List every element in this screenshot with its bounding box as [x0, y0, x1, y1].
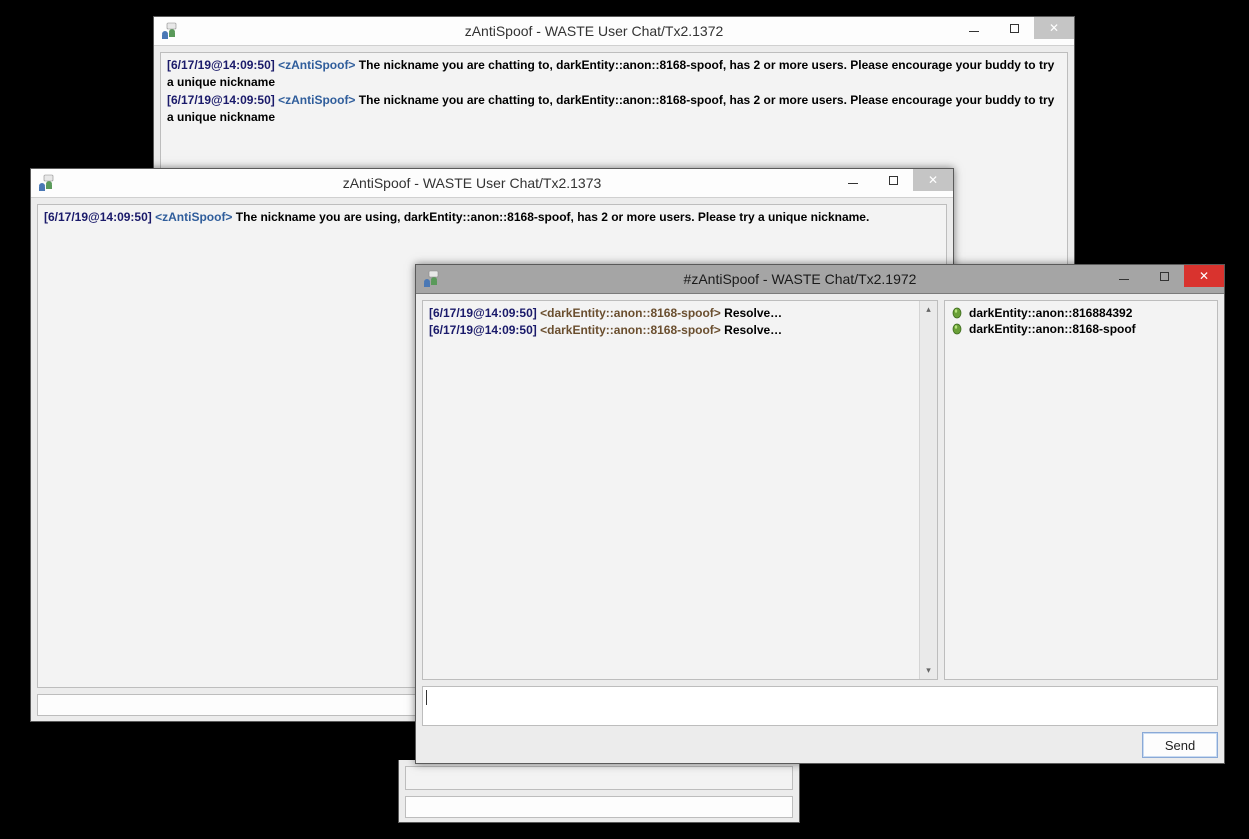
chat-input[interactable]: [405, 796, 793, 818]
timestamp: [6/17/19@14:09:50]: [429, 323, 537, 337]
message-line: [6/17/19@14:09:50] <zAntiSpoof> The nick…: [167, 92, 1061, 127]
user-status-icon: [951, 322, 963, 336]
message-log: [405, 766, 793, 790]
sender-nick: <zAntiSpoof>: [278, 58, 355, 72]
user-list-item[interactable]: darkEntity::anon::8168-spoof: [951, 321, 1211, 337]
scrollbar[interactable]: ▴ ▾: [919, 301, 937, 679]
sender-nick: <darkEntity::anon::8168-spoof>: [540, 306, 721, 320]
timestamp: [6/17/19@14:09:50]: [167, 93, 275, 107]
window-title: #zAntiSpoof - WASTE Chat/Tx2.1972: [376, 271, 1224, 287]
chat-window-1-bottom: [398, 760, 800, 823]
user-nick: darkEntity::anon::8168-spoof: [969, 322, 1136, 336]
scroll-up-icon[interactable]: ▴: [920, 301, 937, 318]
user-list[interactable]: darkEntity::anon::816884392 darkEntity::…: [944, 300, 1218, 680]
message-line: [6/17/19@14:09:50] <darkEntity::anon::81…: [429, 305, 913, 322]
window-title: zAntiSpoof - WASTE User Chat/Tx2.1372: [114, 23, 1074, 39]
titlebar[interactable]: #zAntiSpoof - WASTE Chat/Tx2.1972: [416, 265, 1224, 294]
scroll-down-icon[interactable]: ▾: [920, 662, 937, 679]
chat-input[interactable]: [422, 686, 1218, 726]
sender-nick: <zAntiSpoof>: [155, 210, 232, 224]
maximize-button[interactable]: [1144, 265, 1184, 287]
minimize-button[interactable]: [1104, 265, 1144, 287]
window-title: zAntiSpoof - WASTE User Chat/Tx2.1373: [0, 175, 953, 191]
sender-nick: <darkEntity::anon::8168-spoof>: [540, 323, 721, 337]
titlebar[interactable]: zAntiSpoof - WASTE User Chat/Tx2.1372: [154, 17, 1074, 46]
maximize-button[interactable]: [873, 169, 913, 191]
message-text: Resolve…: [724, 306, 782, 320]
message-line: [6/17/19@14:09:50] <zAntiSpoof> The nick…: [167, 57, 1061, 92]
timestamp: [6/17/19@14:09:50]: [167, 58, 275, 72]
message-text: Resolve…: [724, 323, 782, 337]
close-button[interactable]: [913, 169, 953, 191]
message-line: [6/17/19@14:09:50] <darkEntity::anon::81…: [429, 322, 913, 339]
message-text: The nickname you are using, darkEntity::…: [236, 210, 870, 224]
close-button[interactable]: [1184, 265, 1224, 287]
minimize-button[interactable]: [954, 17, 994, 39]
message-line: [6/17/19@14:09:50] <zAntiSpoof> The nick…: [44, 209, 940, 226]
channel-chat-window: #zAntiSpoof - WASTE Chat/Tx2.1972 [6/17/…: [415, 264, 1225, 764]
minimize-button[interactable]: [833, 169, 873, 191]
send-button-label: Send: [1165, 738, 1195, 753]
sender-nick: <zAntiSpoof>: [278, 93, 355, 107]
user-list-item[interactable]: darkEntity::anon::816884392: [951, 305, 1211, 321]
close-button[interactable]: [1034, 17, 1074, 39]
message-log: [6/17/19@14:09:50] <darkEntity::anon::81…: [423, 301, 919, 679]
timestamp: [6/17/19@14:09:50]: [44, 210, 152, 224]
maximize-button[interactable]: [994, 17, 1034, 39]
titlebar[interactable]: zAntiSpoof - WASTE User Chat/Tx2.1373: [31, 169, 953, 198]
timestamp: [6/17/19@14:09:50]: [429, 306, 537, 320]
user-status-icon: [951, 306, 963, 320]
send-button[interactable]: Send: [1142, 732, 1218, 758]
user-nick: darkEntity::anon::816884392: [969, 306, 1132, 320]
